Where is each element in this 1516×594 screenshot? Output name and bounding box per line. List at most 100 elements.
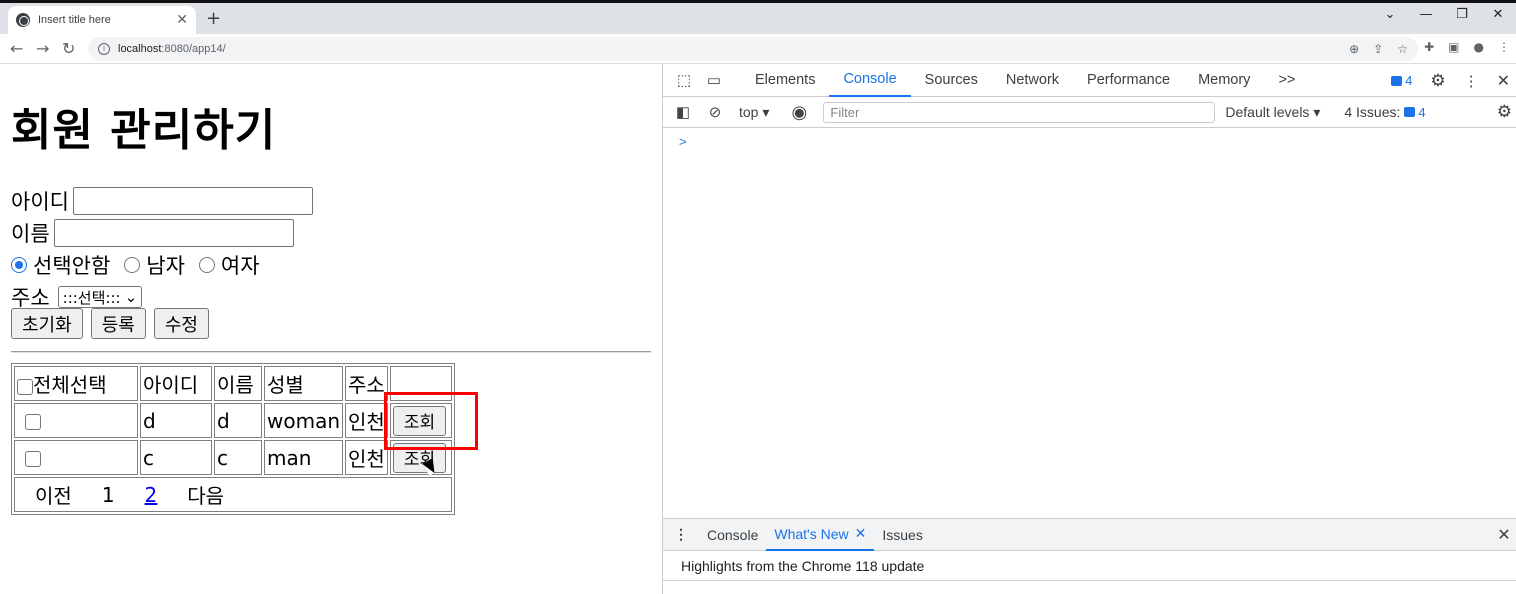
sidebar-toggle-icon[interactable]: ◧ xyxy=(667,103,699,121)
profile-icon[interactable]: ● xyxy=(1474,40,1484,54)
row-checkbox[interactable] xyxy=(25,451,41,467)
pager-page-link[interactable]: 2 xyxy=(145,483,158,507)
console-prompt[interactable]: > xyxy=(679,134,687,149)
member-table: 전체선택 아이디 이름 성별 주소 d d woman 인천 조회 c c ma… xyxy=(11,363,455,515)
cell-address: 인천 xyxy=(345,403,388,438)
tab-console[interactable]: Console xyxy=(829,64,911,97)
select-all-header: 전체선택 xyxy=(14,366,138,401)
tab-elements[interactable]: Elements xyxy=(741,64,829,97)
share-icon[interactable]: ⇪ xyxy=(1373,42,1383,56)
pager-row: 이전 1 2 다음 xyxy=(14,477,452,512)
reset-button[interactable]: 초기화 xyxy=(11,308,83,339)
pagination: 이전 1 2 다음 xyxy=(17,480,449,510)
back-icon[interactable]: ← xyxy=(10,39,23,58)
issues-count: 4 xyxy=(1418,104,1426,120)
name-row: 이름 xyxy=(11,218,294,248)
url-host: localhost xyxy=(118,43,162,55)
gender-radio-none[interactable] xyxy=(11,257,27,273)
new-tab-button[interactable]: + xyxy=(206,8,221,29)
settings-gear-icon[interactable]: ⚙ xyxy=(1430,71,1445,91)
register-button[interactable]: 등록 xyxy=(90,308,146,339)
whats-new-banner: Highlights from the Chrome 118 update xyxy=(663,551,1516,581)
address-bar: ← → ↻ i localhost :8080/app14/ ⊕ ⇪ ☆ ✚ ▣… xyxy=(0,34,1516,64)
levels-dropdown[interactable]: Default levels ▾ xyxy=(1225,104,1320,121)
address-select[interactable]: :::선택::: ⌄ xyxy=(57,286,143,308)
id-input[interactable] xyxy=(72,187,313,215)
clear-console-icon[interactable]: ⊘ xyxy=(699,103,731,121)
zoom-icon[interactable]: ⊕ xyxy=(1349,42,1359,56)
close-tab-icon[interactable]: ✕ xyxy=(176,12,188,28)
console-toolbar: ◧ ⊘ top ▾ ◉ Filter Default levels ▾ 4 Is… xyxy=(663,97,1516,128)
row-checkbox[interactable] xyxy=(25,414,41,430)
issues-button[interactable]: 4 Issues: 4 xyxy=(1344,104,1425,120)
filter-placeholder: Filter xyxy=(830,104,860,120)
chevron-down-icon: ⌄ xyxy=(124,288,138,306)
page-viewport: 회원 관리하기 아이디 이름 선택안함 남자 여자 주소 :::선택::: ⌄ … xyxy=(0,64,662,594)
device-toolbar-icon[interactable]: ▭ xyxy=(699,71,729,89)
close-window-button[interactable]: ✕ xyxy=(1480,7,1516,22)
cell-gender: man xyxy=(264,440,344,475)
pager-prev: 이전 xyxy=(35,484,72,508)
drawer-tab-issues[interactable]: Issues xyxy=(874,518,930,551)
header-id: 아이디 xyxy=(140,366,212,401)
gender-radio-male[interactable] xyxy=(124,257,141,273)
header-gender: 성별 xyxy=(264,366,344,401)
extensions-icon[interactable]: ✚ xyxy=(1424,40,1434,54)
id-row: 아이디 xyxy=(11,186,313,216)
browser-tab[interactable]: Insert title here ✕ xyxy=(8,6,196,34)
tab-performance[interactable]: Performance xyxy=(1073,64,1184,97)
tab-memory[interactable]: Memory xyxy=(1184,64,1264,97)
cell-action: 조회 xyxy=(389,403,452,438)
context-select[interactable]: top ▾ xyxy=(739,104,769,121)
view-button[interactable]: 조회 xyxy=(392,405,447,436)
gender-row: 선택안함 남자 여자 xyxy=(11,250,260,280)
close-drawer-icon[interactable]: ✕ xyxy=(1491,525,1516,545)
tab-search-icon[interactable]: ⌄ xyxy=(1372,7,1408,22)
select-all-checkbox[interactable] xyxy=(17,378,33,395)
message-count: 4 xyxy=(1405,73,1413,88)
filter-input[interactable]: Filter xyxy=(823,101,1216,123)
cell-id: d xyxy=(140,403,212,438)
issues-icon xyxy=(1404,107,1416,117)
url-input[interactable]: i localhost :8080/app14/ ⊕ ⇪ ☆ xyxy=(88,37,1418,61)
drawer-tab-whats-new[interactable]: What's New ✕ xyxy=(766,518,875,551)
tab-network[interactable]: Network xyxy=(992,64,1073,97)
eye-icon[interactable]: ◉ xyxy=(783,102,815,123)
minimize-button[interactable]: — xyxy=(1408,7,1444,22)
tab-sources[interactable]: Sources xyxy=(911,64,992,97)
reload-icon[interactable]: ↻ xyxy=(62,39,75,58)
cell-gender: woman xyxy=(264,403,344,438)
gender-radio-female[interactable] xyxy=(198,257,215,273)
cell-address: 인천 xyxy=(345,440,388,475)
cell-action: 조회 xyxy=(389,440,452,475)
select-all-label: 전체선택 xyxy=(33,373,107,397)
inspect-element-icon[interactable]: ⬚ xyxy=(669,71,699,89)
restore-button[interactable]: ❐ xyxy=(1444,7,1480,22)
more-tabs-icon[interactable]: >> xyxy=(1264,64,1309,97)
side-panel-icon[interactable]: ▣ xyxy=(1448,40,1459,54)
whats-new-text: Highlights from the Chrome 118 update xyxy=(681,557,925,574)
message-icon xyxy=(1391,75,1403,86)
drawer-tab-console[interactable]: Console xyxy=(699,518,766,551)
header-address: 주소 xyxy=(345,366,388,401)
update-button[interactable]: 수정 xyxy=(153,308,209,339)
close-devtools-icon[interactable]: ✕ xyxy=(1497,71,1510,91)
table-row: d d woman 인천 조회 xyxy=(14,403,452,438)
header-action xyxy=(389,366,452,401)
context-select-value: top xyxy=(739,103,759,120)
bookmark-star-icon[interactable]: ☆ xyxy=(1397,42,1408,56)
cell-name: c xyxy=(214,440,262,475)
close-tab-icon[interactable]: ✕ xyxy=(855,525,867,542)
browser-menu-icon[interactable]: ⋮ xyxy=(1498,40,1510,54)
window-controls: ⌄ — ❐ ✕ xyxy=(1372,7,1516,22)
name-input[interactable] xyxy=(53,219,294,247)
console-settings-gear-icon[interactable]: ⚙ xyxy=(1497,102,1512,122)
devtools-menu-icon[interactable]: ⋮ xyxy=(1464,72,1479,90)
drawer-menu-icon[interactable]: ⋮ xyxy=(663,526,699,543)
drawer-tabbar: ⋮ Console What's New ✕ Issues ✕ xyxy=(663,518,1516,551)
messages-badge[interactable]: 4 xyxy=(1391,73,1412,88)
forward-icon[interactable]: → xyxy=(36,39,49,58)
pager-cell: 이전 1 2 다음 xyxy=(14,477,452,512)
site-info-icon[interactable]: i xyxy=(98,43,110,55)
browser-tabstrip: Insert title here ✕ + ⌄ — ❐ ✕ xyxy=(0,0,1516,34)
